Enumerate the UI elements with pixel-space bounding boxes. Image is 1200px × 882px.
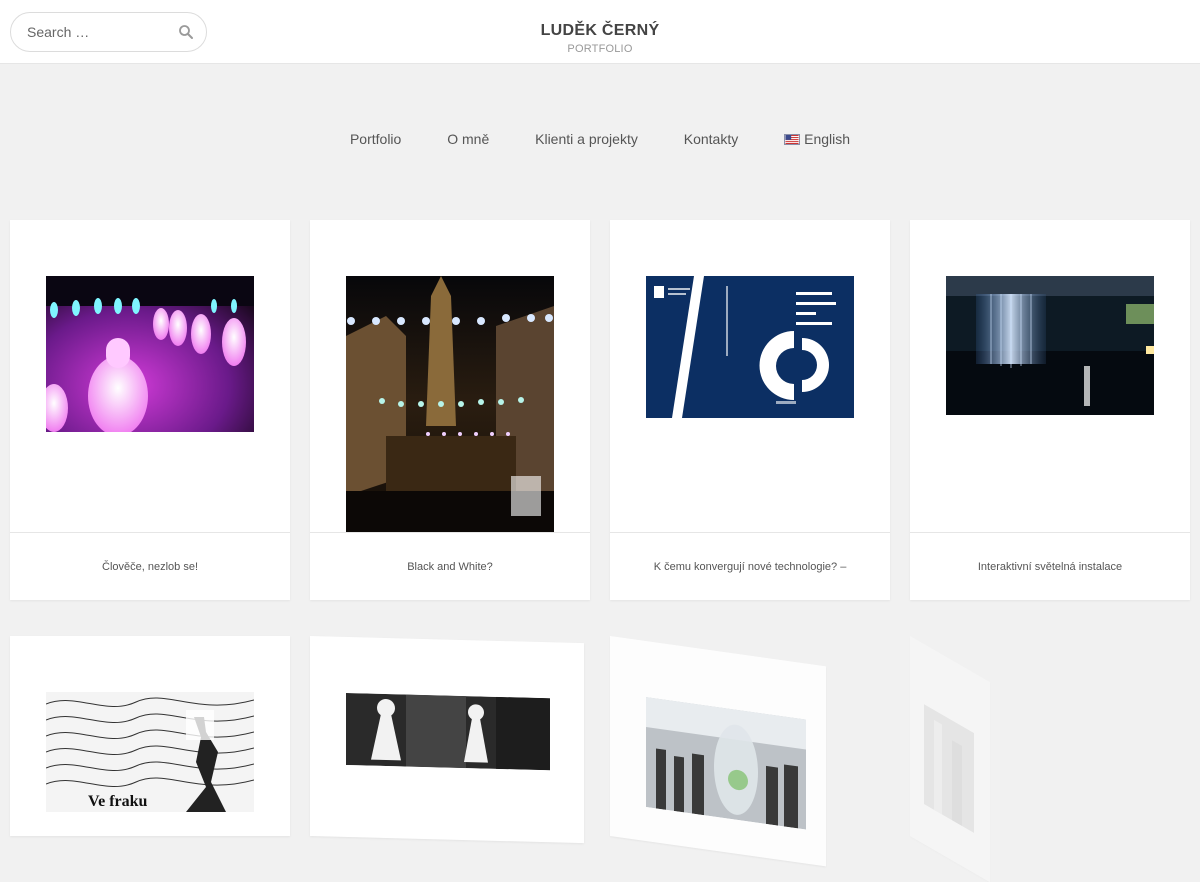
night-street-thumbnail (346, 276, 554, 532)
portfolio-card[interactable]: Ve fraku (10, 636, 290, 836)
portfolio-card[interactable]: Black and White? (310, 220, 590, 600)
us-flag-icon (784, 134, 801, 146)
card-caption[interactable]: Black and White? (310, 532, 590, 600)
bowling-pins-thumbnail (46, 276, 254, 432)
main-navigation: Portfolio O mně Klienti a projekty Konta… (0, 130, 1200, 147)
site-header: LUDĚK ČERNÝ PORTFOLIO (0, 0, 1200, 64)
poster-title: Ve fraku (88, 793, 148, 810)
portfolio-card[interactable] (310, 636, 584, 844)
portfolio-card[interactable] (610, 636, 826, 867)
light-installation-thumbnail (946, 276, 1154, 415)
nav-item-klienti-a-projekty[interactable]: Klienti a projekty (535, 131, 638, 147)
nav-item-english[interactable]: English (784, 131, 850, 147)
site-subtitle: PORTFOLIO (567, 43, 633, 55)
portfolio-card[interactable]: K čemu konvergují nové technologie? – (610, 220, 890, 600)
card-caption[interactable]: Člověče, nezlob se! (10, 532, 290, 600)
nav-item-o-mne[interactable]: O mně (447, 131, 489, 147)
poster-thumbnail: Ve fraku (46, 692, 254, 812)
site-branding: LUDĚK ČERNÝ PORTFOLIO (400, 22, 800, 55)
black-white-thumbnail (346, 692, 550, 771)
card-caption[interactable]: Interaktivní světelná instalace (910, 532, 1190, 600)
card-caption[interactable]: K čemu konvergují nové technologie? – (610, 532, 890, 600)
nav-item-kontakty[interactable]: Kontakty (684, 131, 738, 147)
search-icon[interactable] (178, 24, 194, 40)
portfolio-card[interactable]: Člověče, nezlob se! (10, 220, 290, 600)
loading-thumbnail (924, 704, 974, 833)
exhibition-thumbnail (646, 697, 806, 830)
site-title[interactable]: LUDĚK ČERNÝ (400, 22, 800, 40)
portfolio-card[interactable]: Interaktivní světelná instalace (910, 220, 1190, 600)
nav-item-portfolio[interactable]: Portfolio (350, 131, 401, 147)
search-input[interactable] (25, 13, 165, 51)
search-box (10, 12, 207, 52)
nav-item-english-label: English (804, 131, 851, 148)
portfolio-card[interactable] (910, 636, 990, 882)
book-cover-thumbnail (646, 276, 854, 418)
